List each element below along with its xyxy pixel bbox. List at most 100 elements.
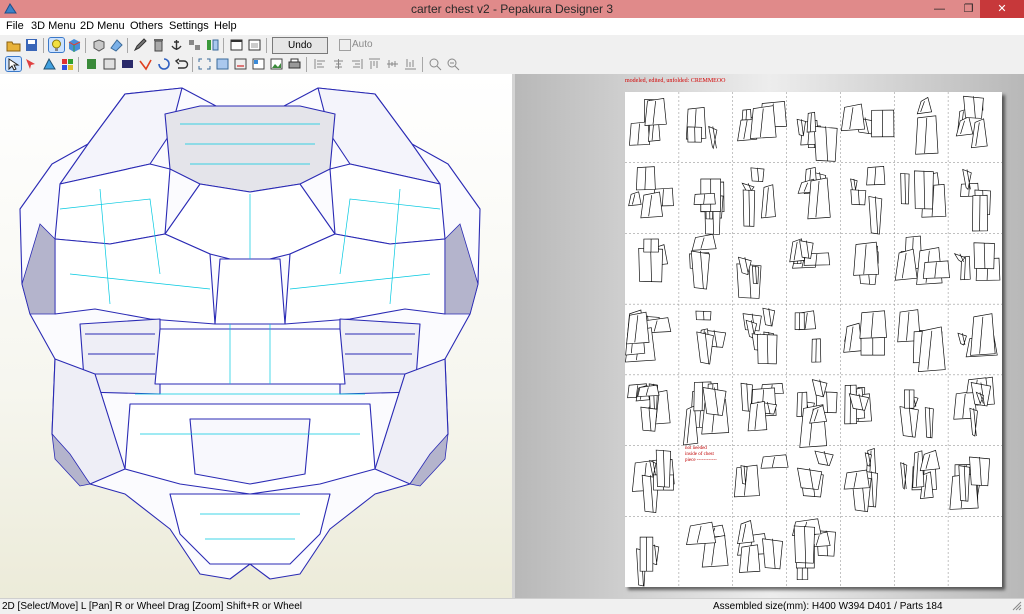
trash-icon[interactable] xyxy=(151,38,166,52)
unfolded-part-group[interactable] xyxy=(628,166,674,219)
unfolded-part[interactable] xyxy=(973,242,995,270)
resize-grip-icon[interactable] xyxy=(1012,601,1022,611)
align-bottom-icon[interactable] xyxy=(403,57,418,71)
unfolded-part-group[interactable] xyxy=(949,456,991,510)
unfolded-part-group[interactable] xyxy=(843,310,887,356)
unfolded-part[interactable] xyxy=(922,260,950,279)
anchor-icon[interactable] xyxy=(169,38,184,52)
unfolded-part[interactable] xyxy=(762,307,776,327)
unfolded-part[interactable] xyxy=(919,449,940,472)
layout-icon[interactable] xyxy=(251,57,266,71)
unfolded-part[interactable] xyxy=(900,172,910,205)
align-top-icon[interactable] xyxy=(367,57,382,71)
unfolded-part-group[interactable] xyxy=(953,242,1001,281)
unfolded-part[interactable] xyxy=(794,312,805,330)
unfolded-part[interactable] xyxy=(969,456,991,487)
unfolded-part-group[interactable] xyxy=(844,384,872,425)
unfolded-part-group[interactable] xyxy=(957,313,998,358)
unfolded-part[interactable] xyxy=(752,265,760,285)
unfolded-part[interactable] xyxy=(760,184,776,219)
unfolded-part[interactable] xyxy=(916,96,933,115)
unfolded-part[interactable] xyxy=(760,454,789,469)
unfolded-part[interactable] xyxy=(643,238,659,253)
unfolded-part[interactable] xyxy=(626,311,650,345)
unfolded-part[interactable] xyxy=(747,400,768,432)
align-right-icon[interactable] xyxy=(349,57,364,71)
unfolded-part-group[interactable] xyxy=(689,233,717,290)
unfolded-part-group[interactable] xyxy=(737,100,787,142)
join-icon[interactable] xyxy=(187,38,202,52)
unfolded-part[interactable] xyxy=(969,407,978,437)
unfolded-part-group[interactable] xyxy=(797,166,831,220)
texture-cube-icon[interactable] xyxy=(67,38,82,52)
unfolded-part[interactable] xyxy=(741,109,752,121)
unfolded-part[interactable] xyxy=(799,240,814,259)
unfolded-part[interactable] xyxy=(850,189,867,206)
unfolded-part[interactable] xyxy=(739,544,761,573)
window-view-icon[interactable] xyxy=(229,38,244,52)
unfolded-part-group[interactable] xyxy=(792,518,836,581)
unfolded-part[interactable] xyxy=(742,189,756,227)
unfolded-part[interactable] xyxy=(640,191,663,219)
unfolded-part-group[interactable] xyxy=(796,379,838,448)
unfolded-part-group[interactable] xyxy=(693,178,725,235)
unfolded-part-group[interactable] xyxy=(900,449,940,500)
align-left-icon[interactable] xyxy=(313,57,328,71)
unfolded-part-group[interactable] xyxy=(843,448,878,513)
flap-icon[interactable] xyxy=(42,57,57,71)
unfolded-part[interactable] xyxy=(640,406,658,432)
window-split-icon[interactable] xyxy=(247,38,262,52)
unfolded-part[interactable] xyxy=(900,462,908,490)
unfolded-part[interactable] xyxy=(639,536,654,572)
unfolded-part-group[interactable] xyxy=(695,310,727,365)
zoom-out-icon[interactable] xyxy=(446,57,461,71)
unfolded-part-group[interactable] xyxy=(897,309,946,372)
color-edit-icon[interactable] xyxy=(60,57,75,71)
unfolded-part[interactable] xyxy=(655,449,671,488)
unfolded-part[interactable] xyxy=(750,105,777,139)
unfolded-part[interactable] xyxy=(693,192,716,205)
unfolded-part[interactable] xyxy=(797,467,823,490)
unfolded-part[interactable] xyxy=(957,332,967,346)
undo-icon[interactable] xyxy=(174,57,189,71)
align-middle-icon[interactable] xyxy=(385,57,400,71)
unfolded-part-group[interactable] xyxy=(685,107,718,150)
unfolded-part-group[interactable] xyxy=(853,241,880,285)
menu-file[interactable]: File xyxy=(6,20,24,32)
unfolded-part[interactable] xyxy=(814,450,834,466)
unfolded-part-group[interactable] xyxy=(741,167,776,227)
unfolded-part[interactable] xyxy=(904,389,915,409)
unfolded-parts-layout[interactable] xyxy=(625,92,1002,587)
unfolded-part-group[interactable] xyxy=(796,111,838,162)
unfolded-part-group[interactable] xyxy=(686,521,729,568)
pencil-icon[interactable] xyxy=(133,38,148,52)
unfolded-part[interactable] xyxy=(972,194,988,232)
unfolded-part-group[interactable] xyxy=(894,235,950,285)
unfolded-part[interactable] xyxy=(894,248,918,281)
align-center-icon[interactable] xyxy=(331,57,346,71)
unfolded-part[interactable] xyxy=(690,250,710,290)
unfolded-part[interactable] xyxy=(806,111,817,133)
restore-button[interactable]: ❐ xyxy=(955,0,982,18)
unfolded-part[interactable] xyxy=(750,167,765,182)
paint-icon[interactable] xyxy=(109,38,124,52)
unfolded-part[interactable] xyxy=(762,538,783,570)
unfolded-part[interactable] xyxy=(958,465,971,502)
auto-checkbox[interactable] xyxy=(339,39,351,51)
unfolded-part[interactable] xyxy=(686,521,717,545)
unfolded-part-group[interactable] xyxy=(736,256,762,299)
unfolded-part[interactable] xyxy=(970,313,996,356)
select-move-icon[interactable] xyxy=(5,56,22,72)
zoom-in-icon[interactable] xyxy=(428,57,443,71)
unfolded-part[interactable] xyxy=(868,196,883,235)
unfolded-part-group[interactable] xyxy=(638,238,668,283)
menu-others[interactable]: Others xyxy=(130,20,163,32)
3d-view-pane[interactable] xyxy=(0,74,514,598)
unfolded-part[interactable] xyxy=(691,233,717,251)
lightbulb-icon[interactable] xyxy=(48,37,65,53)
unfolded-part[interactable] xyxy=(687,126,703,143)
unfolded-part[interactable] xyxy=(917,326,946,372)
unfolded-part[interactable] xyxy=(866,166,886,186)
minimize-button[interactable]: — xyxy=(926,0,953,18)
unfolded-part-group[interactable] xyxy=(742,307,778,365)
